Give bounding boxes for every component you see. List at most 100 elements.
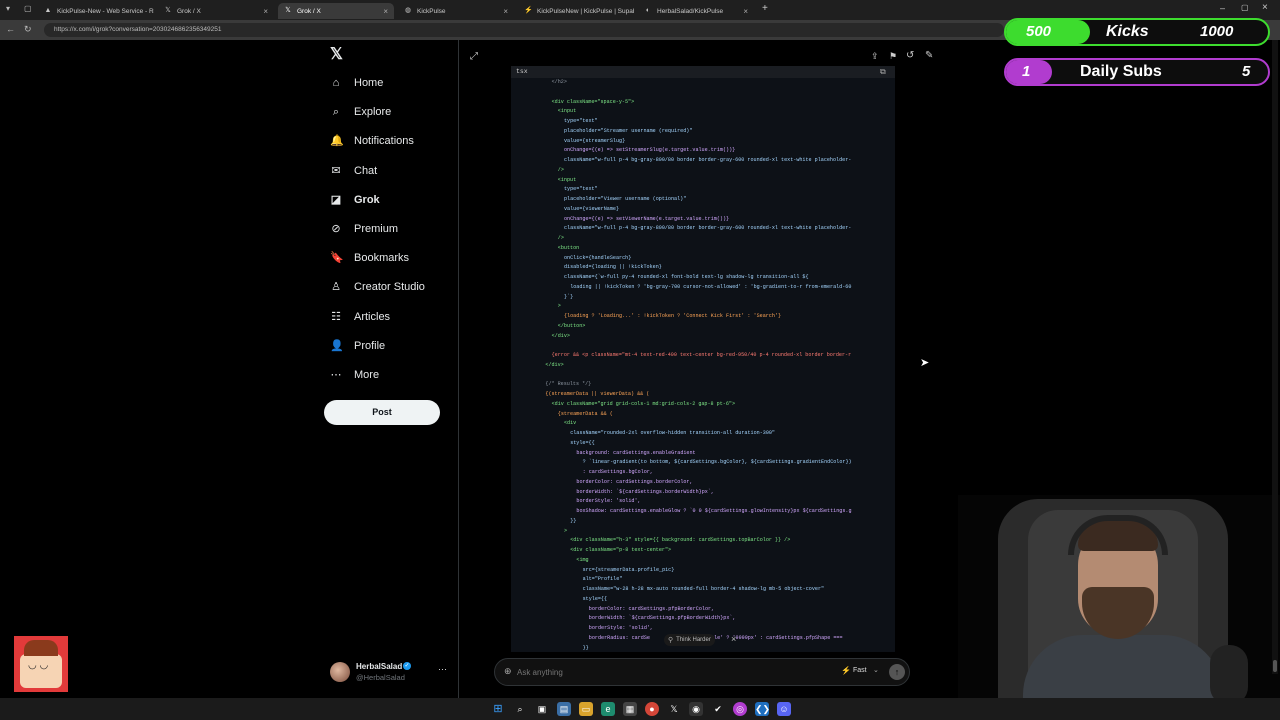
sidebar-item-label: Chat <box>354 164 378 177</box>
code-line: <input <box>557 108 577 115</box>
sidebar-item-creator-studio[interactable]: ♙ Creator Studio <box>330 277 425 297</box>
sidebar-item-notifications[interactable]: 🔔 Notifications <box>330 131 414 151</box>
code-line: {(streamerData || viewerData) && ( <box>545 391 650 397</box>
copy-code-icon[interactable]: ⧉ <box>880 67 886 77</box>
account-name: HerbalSalad <box>356 662 403 671</box>
browser-tab[interactable]: ⚡KickPulseNew | KickPulse | Supab× <box>518 3 634 19</box>
chevron-down-icon[interactable]: ⌄ <box>873 666 879 674</box>
close-window-button[interactable]: × <box>1262 2 1268 13</box>
browser-tab[interactable]: ◐ HerbalSalad/KickPulse × <box>638 3 754 19</box>
sidebar-item-explore[interactable]: ⌕ Explore <box>330 102 391 122</box>
chrome-icon[interactable]: ● <box>645 702 659 716</box>
code-line: <div className="grid grid-cols-1 md:grid… <box>551 400 735 407</box>
scrollbar-thumb[interactable] <box>1273 660 1277 672</box>
sidebar-item-label: Creator Studio <box>354 281 425 294</box>
mouse-cursor-icon: ➤ <box>920 357 930 369</box>
sidebar-item-premium[interactable]: ⊘ Premium <box>330 219 398 239</box>
edge-icon[interactable]: e <box>601 702 615 716</box>
expand-icon[interactable]: ⤢ <box>470 51 478 62</box>
mode-select[interactable]: Fast <box>853 667 867 674</box>
sidebar-item-label: Premium <box>354 223 399 235</box>
streaming-app-icon[interactable]: ◎ <box>733 702 747 716</box>
minimize-window-button[interactable]: – <box>1220 3 1225 13</box>
app-icon[interactable]: ✔ <box>711 702 725 716</box>
send-button[interactable]: ↑ <box>889 664 905 680</box>
account-menu-icon[interactable]: ··· <box>438 664 447 674</box>
history-icon[interactable]: ↺ <box>906 50 914 61</box>
search-icon[interactable]: ⌕ <box>513 702 527 716</box>
store-icon[interactable]: ▦ <box>623 702 637 716</box>
close-tab-icon[interactable]: × <box>503 7 508 16</box>
avatar-eyes: ◡ ◡ <box>28 660 49 671</box>
sidebar-item-label: Notifications <box>354 135 414 148</box>
browser-tab[interactable]: ▲KickPulse-New - Web Service - Re× <box>38 3 154 19</box>
task-view-icon[interactable]: ▣ <box>535 702 549 716</box>
code-line: className="w-full p-4 bg-gray-800/80 bor… <box>564 225 852 232</box>
grok-icon: ◪ <box>330 193 342 206</box>
maximize-window-button[interactable]: ▢ <box>1241 3 1249 12</box>
attach-icon[interactable]: ⊕ <box>504 666 512 677</box>
code-line: borderStyle: 'solid', <box>588 625 653 631</box>
code-line: </div> <box>551 332 570 339</box>
tab-actions-icon[interactable]: ▾ <box>6 4 10 13</box>
browser-tab[interactable]: 𝕏 Grok / X × <box>278 3 394 19</box>
code-line: background: cardSettings.enableGradient <box>576 449 696 456</box>
close-tab-icon[interactable]: × <box>743 7 748 16</box>
x-app-icon[interactable]: 𝕏 <box>667 702 681 716</box>
think-harder-chip[interactable]: ⚲ Think Harder <box>664 634 715 646</box>
premium-icon: ⊘ <box>331 223 341 235</box>
sidebar-item-more[interactable]: ⋯ More <box>330 365 380 385</box>
code-line: <button <box>557 244 580 251</box>
page-scrollbar[interactable] <box>1272 40 1278 674</box>
x-logo-icon[interactable]: 𝕏 <box>330 44 343 64</box>
tab-title: HerbalSalad/KickPulse <box>657 7 724 15</box>
discord-icon[interactable]: ☺ <box>777 702 791 716</box>
code-line: alt="Profile" <box>582 576 623 583</box>
sidebar-item-chat[interactable]: ✉ Chat <box>330 161 377 181</box>
sidebar-item-label: Home <box>354 77 384 89</box>
code-line: borderColor: cardSettings.borderColor, <box>576 478 693 485</box>
account-switcher[interactable]: HerbalSalad ✓ @HerbalSalad ··· <box>328 660 448 684</box>
post-button[interactable]: Post <box>324 400 440 425</box>
code-line: className="w-full p-4 bg-gray-800/80 bor… <box>564 157 852 163</box>
chat-input[interactable] <box>517 666 797 679</box>
start-icon[interactable]: ⊞ <box>491 702 505 716</box>
sidebar-item-articles[interactable]: ☷ Articles <box>330 307 390 327</box>
code-line: borderWidth: `${cardSettings.pfpBorderWi… <box>588 615 736 622</box>
tab-title: KickPulse-New - Web Service - Re <box>57 7 154 15</box>
code-line: }`} <box>564 293 574 300</box>
sidebar-item-profile[interactable]: 👤 Profile <box>330 336 385 356</box>
new-chat-icon[interactable]: ✎ <box>925 50 933 61</box>
vscode-icon[interactable]: ❮❯ <box>755 702 770 716</box>
back-icon[interactable]: ← <box>6 24 15 34</box>
think-harder-label: Think Harder <box>676 637 711 643</box>
x-icon: 𝕏 <box>285 7 291 14</box>
browser-tab[interactable]: ◍ KickPulse × <box>398 3 514 19</box>
widgets-icon[interactable]: ▤ <box>557 702 571 716</box>
file-explorer-icon[interactable]: ▭ <box>579 702 593 716</box>
sidebar-item-grok[interactable]: ◪ Grok <box>330 190 380 210</box>
close-tab-icon[interactable]: × <box>263 7 268 16</box>
bookmark-action-icon[interactable]: ⚑ <box>889 51 897 62</box>
code-line: onChange={(e) => setViewerName(e.target.… <box>564 215 730 222</box>
share-icon[interactable]: ⇪ <box>871 51 879 62</box>
workspace-icon[interactable]: ▢ <box>24 4 32 13</box>
account-handle: @HerbalSalad <box>356 673 405 682</box>
reload-icon[interactable]: ↻ <box>24 24 32 35</box>
browser-tab[interactable]: 𝕏 Grok / X × <box>158 3 274 19</box>
url-field[interactable]: https://x.com/i/grok?conversation=203024… <box>44 23 1004 37</box>
new-tab-button[interactable]: + <box>762 3 768 14</box>
sidebar-item-bookmarks[interactable]: 🔖 Bookmarks <box>330 248 409 268</box>
url-text: https://x.com/i/grok?conversation=203024… <box>54 26 222 33</box>
code-line: <input <box>557 176 577 183</box>
code-line: type="text" <box>564 118 598 124</box>
github-icon: ◐ <box>645 7 651 14</box>
avatar-hair <box>24 640 58 656</box>
code-language-label: tsx <box>511 66 895 78</box>
sidebar-item-home[interactable]: ⌂ Home <box>330 73 384 93</box>
obs-icon[interactable]: ◉ <box>689 702 703 716</box>
sidebar-item-label: Articles <box>354 310 391 323</box>
think-harder-close-icon[interactable]: × <box>731 634 736 644</box>
close-tab-icon[interactable]: × <box>383 7 388 16</box>
creator-icon: ♙ <box>331 281 341 294</box>
